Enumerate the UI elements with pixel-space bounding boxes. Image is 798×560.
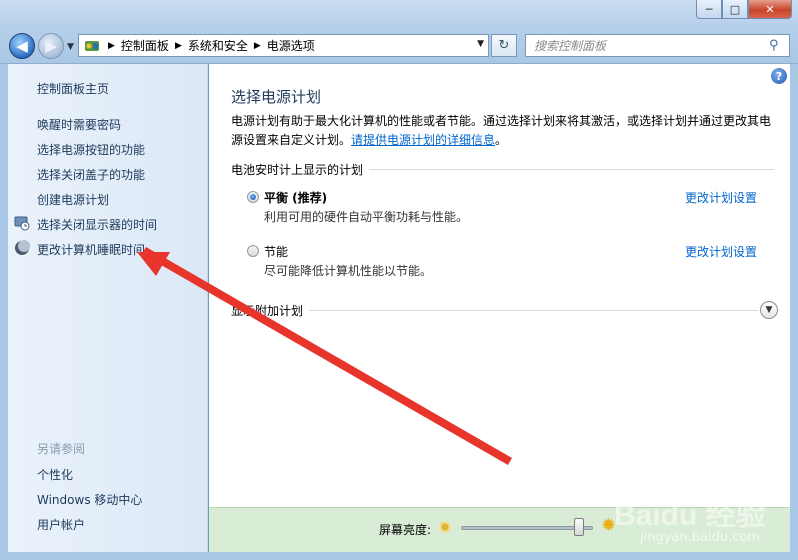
annotation-arrow [137, 247, 512, 465]
